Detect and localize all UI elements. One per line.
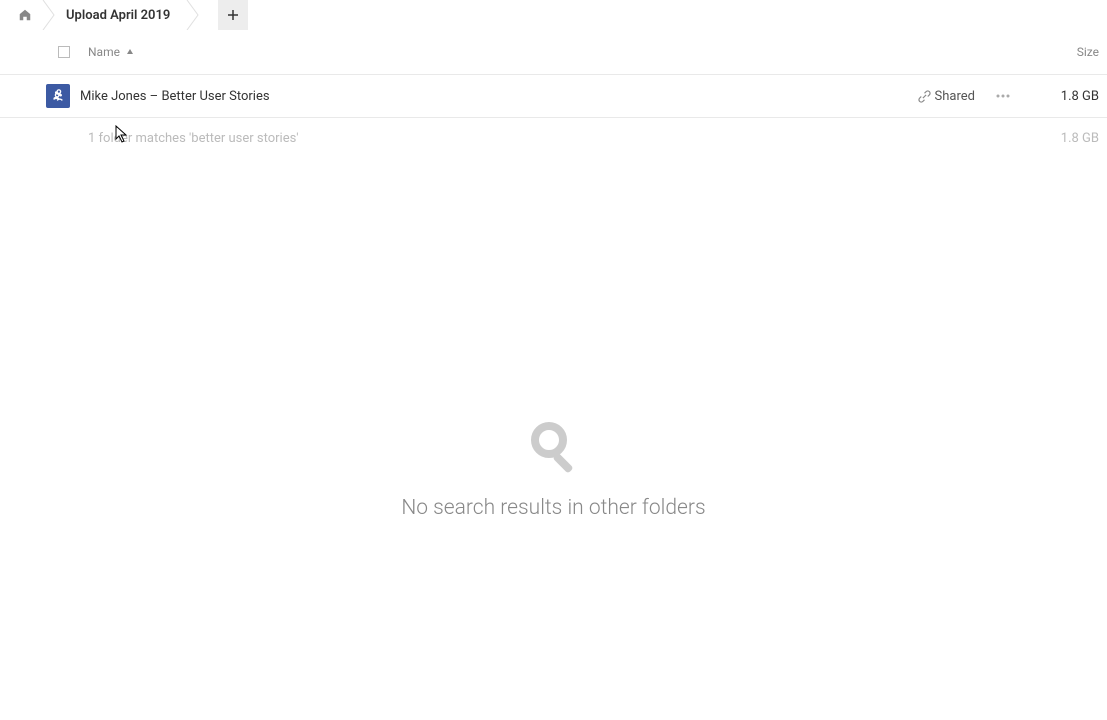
shared-indicator[interactable]: Shared xyxy=(918,89,975,104)
folder-shared-icon xyxy=(46,84,70,108)
home-icon xyxy=(18,8,32,22)
name-column-label: Name xyxy=(88,45,120,59)
summary-size: 1.8 GB xyxy=(1039,131,1099,146)
breadcrumb: Upload April 2019 xyxy=(0,0,1107,30)
name-column-header[interactable]: Name xyxy=(88,45,1039,59)
empty-state-text: No search results in other folders xyxy=(401,496,705,520)
breadcrumb-separator-icon xyxy=(42,0,56,30)
breadcrumb-current[interactable]: Upload April 2019 xyxy=(56,0,186,30)
ellipsis-icon xyxy=(996,94,1010,98)
size-column-label: Size xyxy=(1077,45,1099,59)
empty-state: No search results in other folders xyxy=(0,420,1107,520)
file-size: 1.8 GB xyxy=(1039,89,1099,104)
search-icon xyxy=(529,420,579,478)
summary-row: 1 folder matches 'better user stories' 1… xyxy=(0,118,1107,158)
select-all-checkbox[interactable] xyxy=(58,46,70,58)
file-row[interactable]: Mike Jones – Better User Stories Shared … xyxy=(0,75,1107,118)
file-name: Mike Jones – Better User Stories xyxy=(80,89,918,104)
link-icon xyxy=(918,90,931,103)
size-column-header[interactable]: Size xyxy=(1039,45,1099,59)
breadcrumb-separator-icon xyxy=(186,0,200,30)
more-options-button[interactable] xyxy=(991,84,1015,108)
sort-ascending-icon xyxy=(126,45,134,59)
breadcrumb-home[interactable] xyxy=(8,0,42,30)
shared-label: Shared xyxy=(935,89,975,104)
add-button[interactable] xyxy=(218,0,248,30)
breadcrumb-current-label: Upload April 2019 xyxy=(66,8,170,23)
summary-text: 1 folder matches 'better user stories' xyxy=(88,131,1039,146)
column-header-row: Name Size xyxy=(0,30,1107,75)
plus-icon xyxy=(227,9,239,21)
